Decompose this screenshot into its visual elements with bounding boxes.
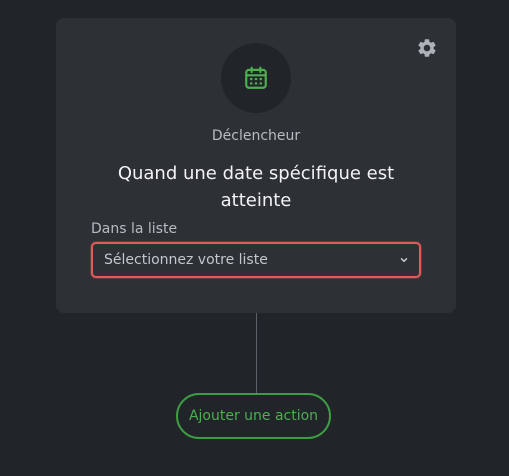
trigger-card: Déclencheur Quand une date spécifique es… <box>56 18 456 313</box>
trigger-icon-badge <box>221 43 291 113</box>
trigger-title: Quand une date spécifique est atteinte <box>117 163 395 211</box>
list-select[interactable]: Sélectionnez votre liste <box>91 242 421 278</box>
chevron-down-icon <box>400 258 408 263</box>
add-action-button[interactable]: Ajouter une action <box>176 393 331 439</box>
gear-icon[interactable] <box>416 37 438 59</box>
calendar-icon <box>245 66 267 89</box>
flow-connector-line <box>256 313 257 393</box>
list-field-label: Dans la liste <box>91 221 178 237</box>
list-select-placeholder: Sélectionnez votre liste <box>104 252 268 268</box>
trigger-type-label: Déclencheur <box>211 128 301 144</box>
